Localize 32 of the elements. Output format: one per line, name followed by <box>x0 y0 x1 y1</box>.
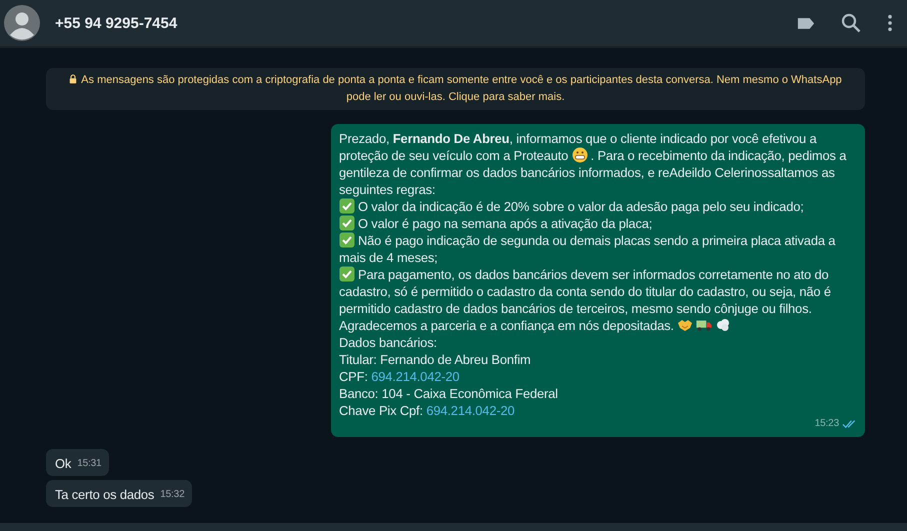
message-time: 15:32 <box>160 488 184 502</box>
check-mark-icon <box>339 232 355 248</box>
cpf-link[interactable]: 694.214.042-20 <box>426 403 515 418</box>
message-text: Chave Pix Cpf: 694.214.042-20 <box>339 402 516 419</box>
menu-icon[interactable] <box>887 14 893 32</box>
check-mark-icon <box>339 215 355 231</box>
message-text: O valor da indicação é de 20% sobre o valor da adesão paga pelo seu indicado; <box>339 198 857 215</box>
message-text: Ok <box>55 455 72 472</box>
search-icon[interactable] <box>841 13 861 33</box>
contact-name[interactable]: +55 94 9295-7454 <box>55 14 178 32</box>
message-text: O valor é pago na semana após a ativação da placa; <box>339 215 857 232</box>
check-mark-icon <box>339 198 355 214</box>
message-text: Agradecemos a parceria e a confiança em nós depositadas. <box>339 317 857 334</box>
message-text: Banco: 104 - Caixa Econômica Federal <box>339 385 559 402</box>
label-icon[interactable] <box>797 16 815 30</box>
message-text: Dados bancários: <box>339 334 438 351</box>
message-time: 15:31 <box>77 457 102 471</box>
notice-text: As mensagens são protegidas com a criptografia de ponta a ponta e ficam somente entre você e os participantes desta conversa. Nem mesmo o WhatsApp pode ler ou ouvi-las. Clique para saber mais. <box>81 74 842 103</box>
message-text: CPF: 694.214.042-20 <box>339 368 460 385</box>
grinning-face-icon <box>572 147 588 163</box>
message-text: Prezado, Fernando De Abreu, informamos que o cliente indicado por você efetivou a proteção de seu veículo com a Proteauto . Para o recebimento da indicação, pedimos a gentileza de confirmar os dados bancários informados, e reAdeildo Celerinossaltamos as seguintes regras: <box>339 130 848 198</box>
message-time: 15:23 <box>814 417 839 431</box>
check-mark-icon <box>339 266 355 282</box>
lock-icon <box>69 74 78 84</box>
cpf-link[interactable]: 694.214.042-20 <box>371 369 460 384</box>
avatar-icon[interactable] <box>4 5 40 41</box>
message-text: Ta certo os dados <box>55 486 154 503</box>
message-text: Não é pago indicação de segunda ou demais placas sendo a primeira placa ativada a mais de 4 meses; <box>339 232 836 266</box>
message-text: Para pagamento, os dados bancários devem ser informados corretamente no ato do cadastro, só é permitido o cadastro da conta sendo do titular do cadastro, ou seja, não é permitido cadastro de dados bancários de terceiros, mesmo sendo cônjuge ou filhos. <box>339 266 832 317</box>
encryption-notice[interactable]: As mensagens são protegidas com a criptografia de ponta a ponta e ficam somente entre você e os participantes desta conversa. Nem mesmo o WhatsApp pode ler ou ouvi-las. Clique para saber mais. <box>46 68 865 110</box>
cloud-icon <box>715 317 732 333</box>
message-text: Titular: Fernando de Abreu Bonfim <box>339 351 532 368</box>
